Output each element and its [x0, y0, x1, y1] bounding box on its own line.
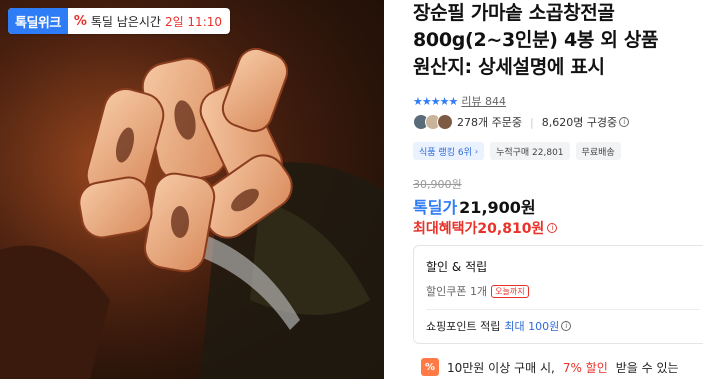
promo-text-after: 받을 수 있는 — [615, 360, 679, 375]
info-icon[interactable]: i — [619, 117, 630, 127]
rating-row: ★★★★★ 리뷰 844 — [413, 93, 506, 109]
review-count-link[interactable]: 리뷰 844 — [461, 93, 506, 109]
benefit-box: 할인 & 적립 할인쿠폰 1개 오늘까지 쇼핑포인트 적립 최대 100원 i — [413, 245, 703, 344]
order-count: 278개 주문중 — [457, 116, 522, 129]
divider: | — [529, 115, 534, 129]
benefit-title: 할인 & 적립 — [426, 260, 488, 274]
percent-icon: % — [73, 13, 87, 29]
star-rating-icon: ★★★★★ — [413, 94, 458, 108]
promo-highlight: 7% 할인 — [562, 360, 608, 375]
product-image-art — [0, 0, 384, 379]
timer-label: 톡딜 남은시간 — [90, 14, 161, 29]
viewer-count: 8,620명 구경중 — [541, 116, 618, 129]
deal-price: 21,900원 — [459, 198, 536, 217]
deal-timer: % 톡딜 남은시간 2일 11:10 — [68, 8, 230, 34]
ranking-chip-label: 식품 랭킹 6위 — [419, 147, 472, 158]
point-label: 쇼핑포인트 적립 — [426, 320, 501, 333]
promo-banner[interactable]: % 10만원 이상 구매 시, 7% 할인 받을 수 있는 — [421, 358, 679, 376]
product-title: 장순필 가마솥 소곱창전골 800g(2~3인분) 4봉 외 상품 원산지: 상… — [413, 0, 703, 81]
product-title-line: 원산지: 상세설명에 표시 — [413, 56, 605, 78]
buyer-avatars — [413, 114, 453, 130]
max-benefit-label: 최대혜택가 — [413, 221, 478, 237]
product-info-panel: 장순필 가마솥 소곱창전골 800g(2~3인분) 4봉 외 상품 원산지: 상… — [413, 0, 703, 379]
original-price: 30,900원 — [413, 178, 462, 191]
product-chips: 식품 랭킹 6위 › 누적구매 22,801 무료배송 — [413, 142, 621, 160]
coupon-text: 할인쿠폰 1개 — [426, 285, 488, 298]
max-benefit-price: 20,810원 — [477, 221, 545, 237]
coupon-row[interactable]: 할인쿠폰 1개 오늘까지 — [426, 283, 700, 299]
ranking-chip[interactable]: 식품 랭킹 6위 › — [413, 142, 485, 160]
max-benefit-row: 최대혜택가 20,810원 i — [413, 218, 558, 238]
deal-badge: 톡딜위크 % 톡딜 남은시간 2일 11:10 — [8, 8, 231, 34]
point-value: 최대 100원 — [504, 320, 560, 333]
deal-price-label: 톡딜가 — [413, 198, 458, 217]
free-shipping-chip: 무료배송 — [575, 142, 621, 160]
timer-value: 2일 11:10 — [164, 14, 223, 29]
product-title-line: 800g(2~3인분) 4봉 외 상품 — [413, 29, 659, 51]
chevron-right-icon: › — [474, 146, 479, 156]
info-icon[interactable]: i — [561, 321, 572, 331]
info-icon[interactable]: i — [547, 223, 558, 233]
coupon-deadline-tag: 오늘까지 — [491, 284, 529, 298]
buyer-activity-row: 278개 주문중 | 8,620명 구경중 i — [413, 114, 630, 130]
deal-price-row: 톡딜가 21,900원 — [413, 194, 536, 218]
discount-icon: % — [421, 358, 439, 376]
talkdeal-week-logo: 톡딜위크 — [8, 8, 68, 34]
divider — [426, 309, 700, 310]
product-title-line: 장순필 가마솥 소곱창전골 — [413, 2, 615, 24]
product-image[interactable]: 톡딜위크 % 톡딜 남은시간 2일 11:10 — [0, 0, 384, 379]
avatar — [437, 114, 453, 130]
point-row: 쇼핑포인트 적립 최대 100원 i — [426, 318, 700, 334]
cumulative-purchase-chip: 누적구매 22,801 — [490, 142, 570, 160]
promo-text-before: 10만원 이상 구매 시, — [447, 360, 555, 375]
